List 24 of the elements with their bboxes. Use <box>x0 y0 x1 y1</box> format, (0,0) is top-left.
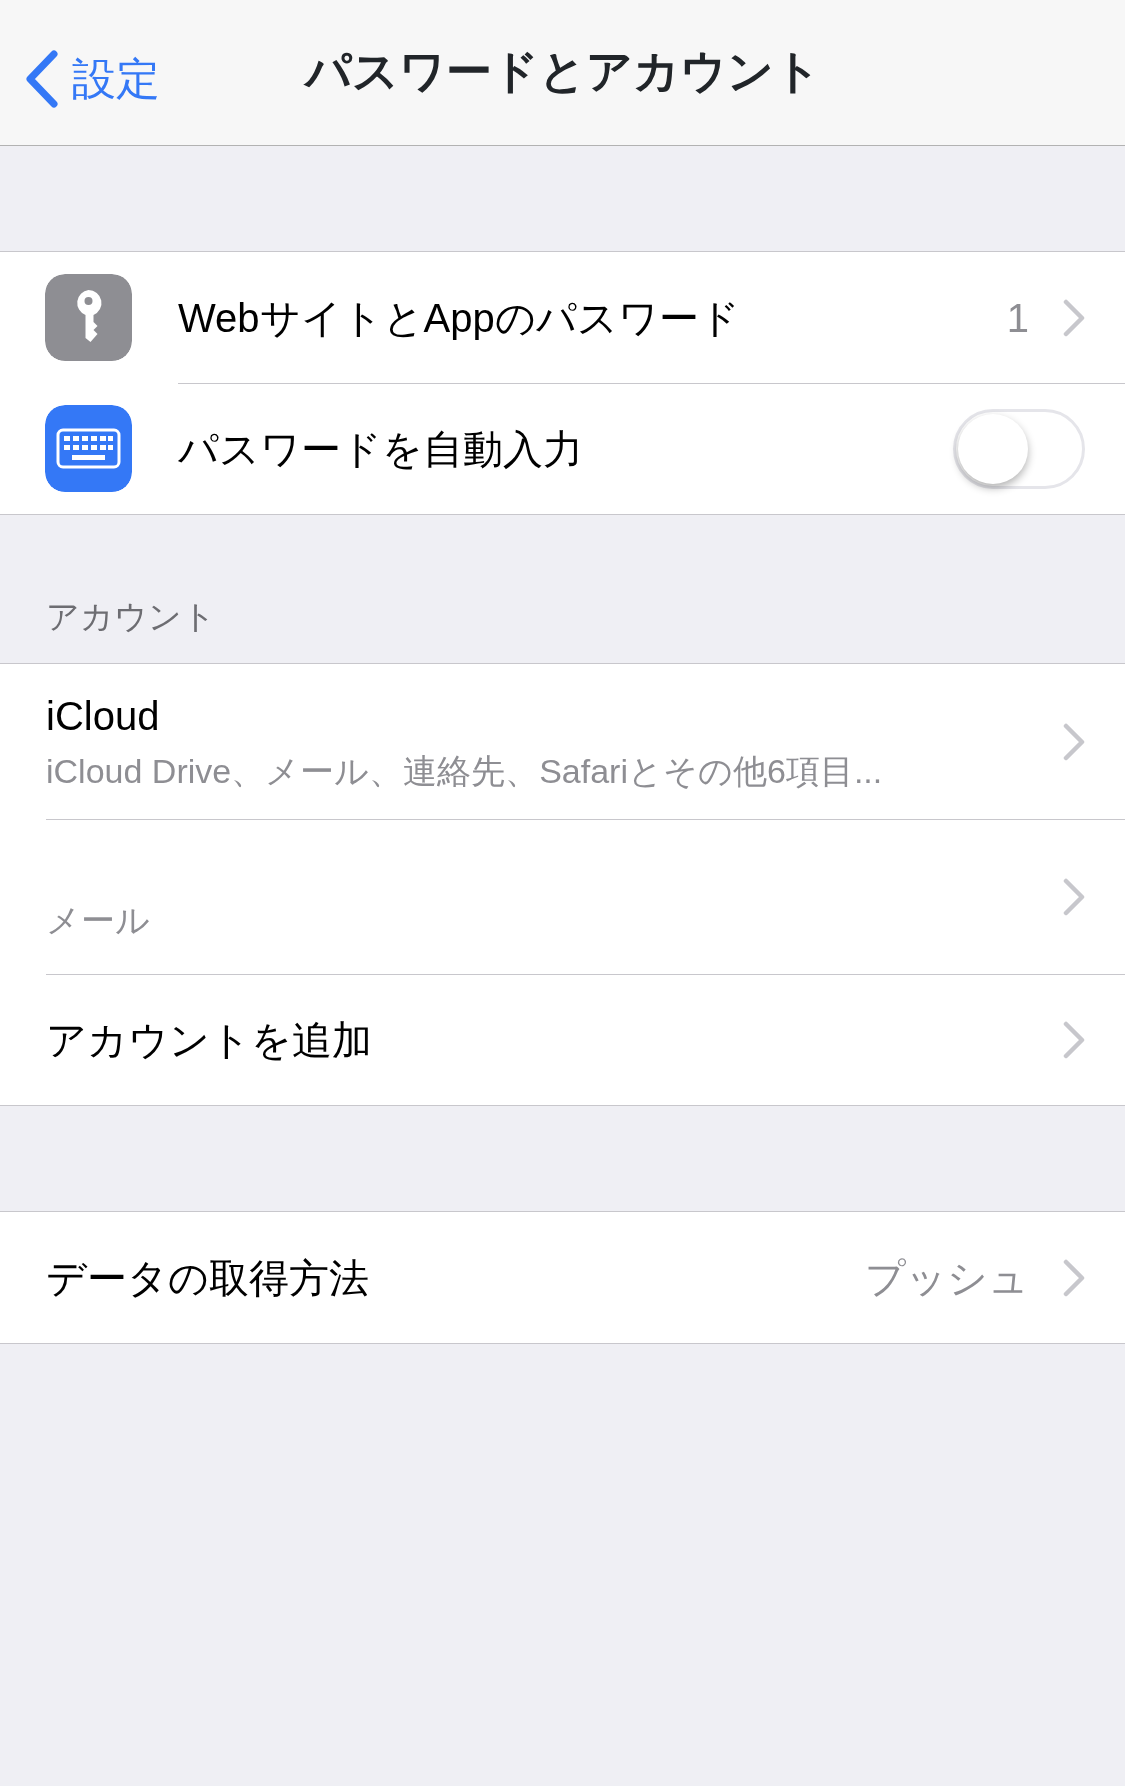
chevron-left-icon <box>24 50 58 108</box>
keyboard-icon <box>45 405 132 492</box>
settings-row[interactable]: WebサイトとAppのパスワード 1 <box>0 252 1125 383</box>
chevron-right-icon <box>1063 1258 1085 1297</box>
row-title: iCloud <box>46 693 161 740</box>
chevron-right-icon <box>1063 298 1085 337</box>
row-title: データの取得方法 <box>46 1254 370 1302</box>
key-icon <box>45 274 132 361</box>
chevron-right-icon <box>1063 877 1085 916</box>
chevron-right-icon <box>1063 1020 1085 1059</box>
settings-row[interactable]: データの取得方法 プッシュ <box>0 1212 1125 1343</box>
settings-row[interactable]: アカウントを追加 <box>0 974 1125 1105</box>
row-subtitle: iCloud Drive、メール、連絡先、Safariとその他6項目... <box>46 751 884 792</box>
row-value: プッシュ <box>865 1254 1029 1302</box>
settings-row[interactable]: iCloud iCloud Drive、メール、連絡先、Safariとその他6項目... <box>0 664 1125 819</box>
row-subtitle: メール <box>46 900 151 941</box>
back-button[interactable]: 設定 <box>24 46 160 112</box>
chevron-right-icon <box>1063 722 1085 761</box>
row-value: 1 <box>1006 294 1029 342</box>
row-title: パスワードを自動入力 <box>178 425 584 473</box>
section-header: アカウント <box>46 596 216 637</box>
page-title: パスワードとアカウント <box>304 45 821 97</box>
row-title: WebサイトとAppのパスワード <box>178 294 741 342</box>
row-title: アカウントを追加 <box>46 1016 373 1064</box>
